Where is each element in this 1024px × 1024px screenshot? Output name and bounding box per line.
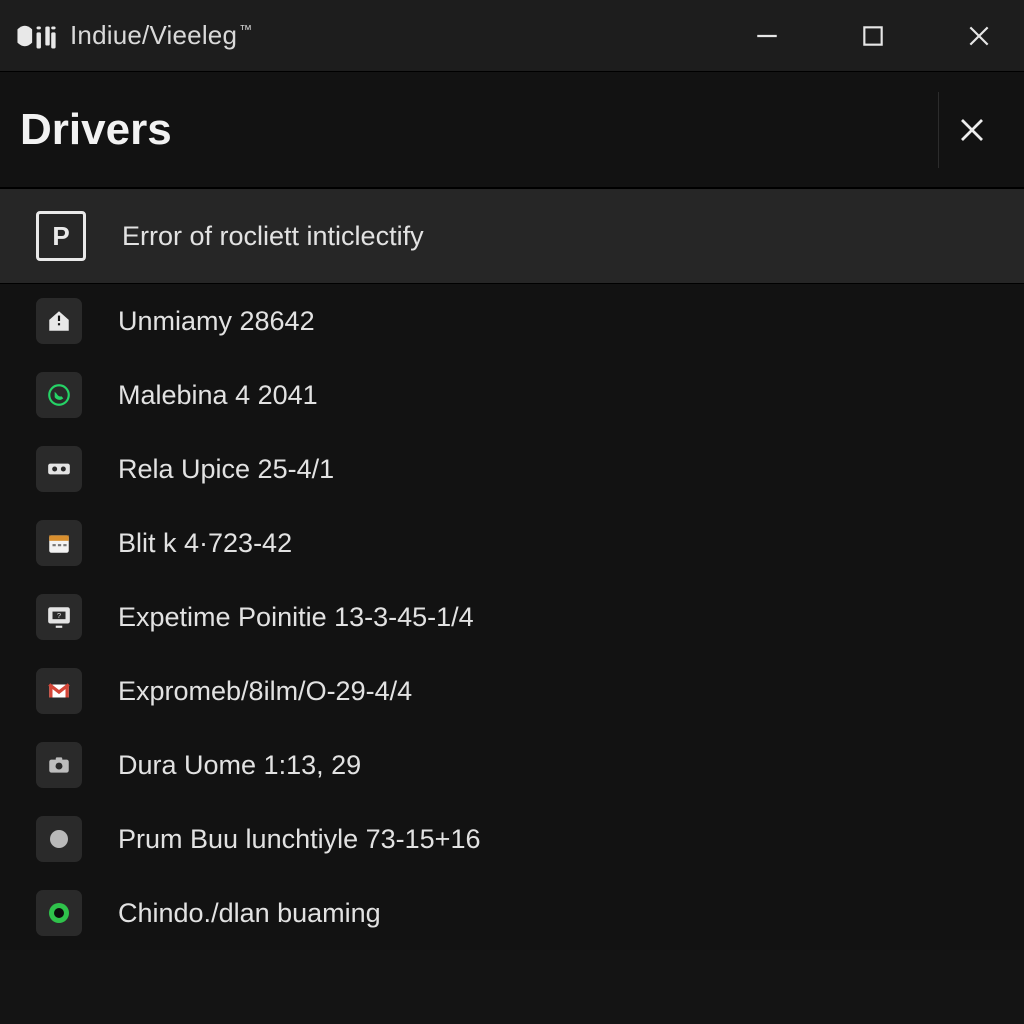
camera-icon — [36, 742, 82, 788]
list-item-label: Expromeb/8ilm/O-29-4/4 — [118, 676, 412, 707]
gmail-icon — [36, 668, 82, 714]
trademark-symbol: ™ — [239, 22, 252, 37]
titlebar: Indiue/Vieeleg ™ — [0, 0, 1024, 72]
panel-close-button[interactable] — [938, 92, 1004, 168]
monitor-icon: ? — [36, 594, 82, 640]
dji-logo-icon — [16, 20, 60, 52]
window-controls — [744, 13, 1016, 59]
list-item[interactable]: Unmiamy 28642 — [0, 284, 1024, 358]
list-item-label: Malebina 4 2041 — [118, 380, 318, 411]
list-item[interactable]: Rela Upice 25-4/1 — [0, 432, 1024, 506]
list-item[interactable]: Dura Uome 1:13, 29 — [0, 728, 1024, 802]
list-item-label: Prum Buu lunchtiyle 73-15+16 — [118, 824, 480, 855]
app-title: Indiue/Vieeleg ™ — [70, 20, 252, 51]
list-item-label: Chindo./dlan buaming — [118, 898, 381, 929]
list-item-label: Unmiamy 28642 — [118, 306, 315, 337]
list-item-selected[interactable]: P Error of rocliett inticlectify — [0, 188, 1024, 284]
maximize-button[interactable] — [850, 13, 896, 59]
calendar-icon — [36, 520, 82, 566]
disc-icon — [36, 816, 82, 862]
house-alert-icon — [36, 298, 82, 344]
list-item[interactable]: Chindo./dlan buaming — [0, 876, 1024, 950]
list-item-label: Error of rocliett inticlectify — [122, 221, 424, 252]
list-item[interactable]: Prum Buu lunchtiyle 73-15+16 — [0, 802, 1024, 876]
list-item-label: Expetime Poinitie 13-3-45-1/4 — [118, 602, 474, 633]
list-item-label: Rela Upice 25-4/1 — [118, 454, 334, 485]
power-dot-icon — [36, 890, 82, 936]
list-item[interactable]: Expromeb/8ilm/O-29-4/4 — [0, 654, 1024, 728]
list-item-label: Blit k 4·723-42 — [118, 528, 292, 559]
svg-text:?: ? — [57, 611, 61, 620]
minimize-button[interactable] — [744, 13, 790, 59]
app-title-text: Indiue/Vieeleg — [70, 20, 237, 51]
drivers-list: P Error of rocliett inticlectify Unmiamy… — [0, 188, 1024, 950]
panel-header: Drivers — [0, 72, 1024, 188]
list-item[interactable]: ? Expetime Poinitie 13-3-45-1/4 — [0, 580, 1024, 654]
close-window-button[interactable] — [956, 13, 1002, 59]
whatsapp-icon — [36, 372, 82, 418]
tape-icon — [36, 446, 82, 492]
panel-title: Drivers — [20, 105, 172, 155]
list-item[interactable]: Malebina 4 2041 — [0, 358, 1024, 432]
list-item[interactable]: Blit k 4·723-42 — [0, 506, 1024, 580]
p-badge-icon: P — [36, 211, 86, 261]
list-item-label: Dura Uome 1:13, 29 — [118, 750, 361, 781]
